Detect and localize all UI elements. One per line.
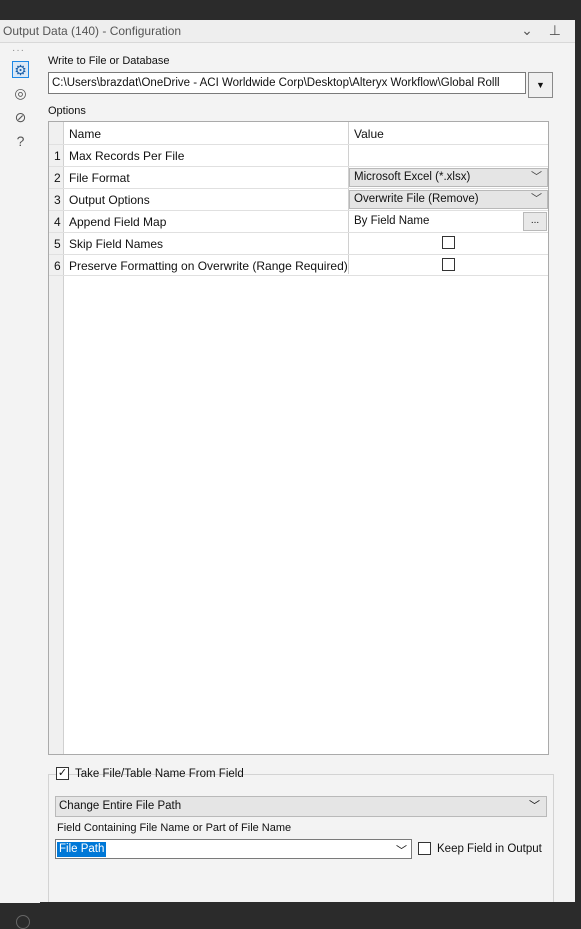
take-name-section xyxy=(48,774,554,902)
chevron-down-icon[interactable]: ﹀ xyxy=(396,842,407,858)
row-name: Max Records Per File xyxy=(69,149,185,163)
append-field-map-button[interactable]: ... xyxy=(523,212,547,231)
path-dropdown-button[interactable]: ▼ xyxy=(528,72,553,98)
preserve-formatting-checkbox[interactable] xyxy=(442,258,455,271)
chevron-down-icon: ﹀ xyxy=(529,800,540,812)
row-name: Output Options xyxy=(69,193,150,207)
skip-field-names-checkbox[interactable] xyxy=(442,236,455,249)
row-number: 1 xyxy=(54,149,61,163)
column-header-name: Name xyxy=(69,127,102,141)
take-name-checkbox[interactable]: ✓ xyxy=(56,767,69,780)
output-path-input[interactable]: C:\Users\brazdat\OneDrive - ACI Worldwid… xyxy=(48,72,526,94)
row-number: 4 xyxy=(54,215,61,229)
options-grid: Name Value 1 Max Records Per File 2 File… xyxy=(48,121,549,755)
annotation-icon[interactable]: ◎ xyxy=(12,85,29,102)
tag-icon[interactable]: ⊘ xyxy=(12,109,29,126)
file-path-mode-select[interactable]: Change Entire File Path ﹀ xyxy=(55,796,547,817)
row-number: 5 xyxy=(54,237,61,251)
options-label: Options xyxy=(48,105,86,117)
row-number: 2 xyxy=(54,171,61,185)
keep-field-label: Keep Field in Output xyxy=(437,843,542,855)
max-records-input[interactable] xyxy=(349,145,548,166)
row-name: File Format xyxy=(69,171,130,185)
row-name: Preserve Formatting on Overwrite (Range … xyxy=(69,259,348,273)
field-name-combobox[interactable]: File Path ﹀ xyxy=(55,839,412,859)
field-containing-label: Field Containing File Name or Part of Fi… xyxy=(57,822,292,834)
table-row: 5 Skip Field Names xyxy=(49,232,548,254)
table-row: 2 File Format Microsoft Excel (*.xlsx) ﹀ xyxy=(49,166,548,188)
window-title: Output Data (140) - Configuration xyxy=(3,24,182,38)
chevron-down-icon: ﹀ xyxy=(531,193,542,205)
pin-icon[interactable]: ⊥ xyxy=(549,22,561,38)
output-options-select[interactable]: Overwrite File (Remove) ﹀ xyxy=(349,190,548,209)
row-number: 6 xyxy=(54,259,61,273)
table-row: 4 Append Field Map By Field Name ... xyxy=(49,210,548,232)
dots-icon: ··· xyxy=(12,45,25,56)
grid-header: Name Value xyxy=(49,122,548,144)
write-label: Write to File or Database xyxy=(48,55,170,67)
sidebar: ··· ⚙ ◎ ⊘ ? xyxy=(0,43,40,929)
help-icon[interactable]: ? xyxy=(12,133,29,150)
table-row: 6 Preserve Formatting on Overwrite (Rang… xyxy=(49,254,548,276)
row-name: Append Field Map xyxy=(69,215,167,229)
field-name-value: File Path xyxy=(57,842,107,857)
table-row: 1 Max Records Per File xyxy=(49,144,548,166)
keep-field-checkbox[interactable] xyxy=(418,842,431,855)
file-format-value: Microsoft Excel (*.xlsx) xyxy=(354,171,471,183)
circle-icon xyxy=(16,915,30,929)
column-header-value: Value xyxy=(354,127,384,141)
gear-icon[interactable]: ⚙ xyxy=(12,61,29,78)
file-format-select[interactable]: Microsoft Excel (*.xlsx) ﹀ xyxy=(349,168,548,187)
append-field-map-value: By Field Name xyxy=(354,215,430,227)
caret-down-icon: ▼ xyxy=(536,80,545,90)
chevron-down-icon: ﹀ xyxy=(531,171,542,183)
row-name: Skip Field Names xyxy=(69,237,164,251)
title-bar: Output Data (140) - Configuration ⌄ ⊥ xyxy=(0,20,575,43)
take-name-label: Take File/Table Name From Field xyxy=(75,768,244,780)
output-options-value: Overwrite File (Remove) xyxy=(354,193,479,205)
row-number: 3 xyxy=(54,193,61,207)
table-row: 3 Output Options Overwrite File (Remove)… xyxy=(49,188,548,210)
file-path-mode-value: Change Entire File Path xyxy=(59,800,182,812)
chevron-down-icon[interactable]: ⌄ xyxy=(521,22,533,38)
